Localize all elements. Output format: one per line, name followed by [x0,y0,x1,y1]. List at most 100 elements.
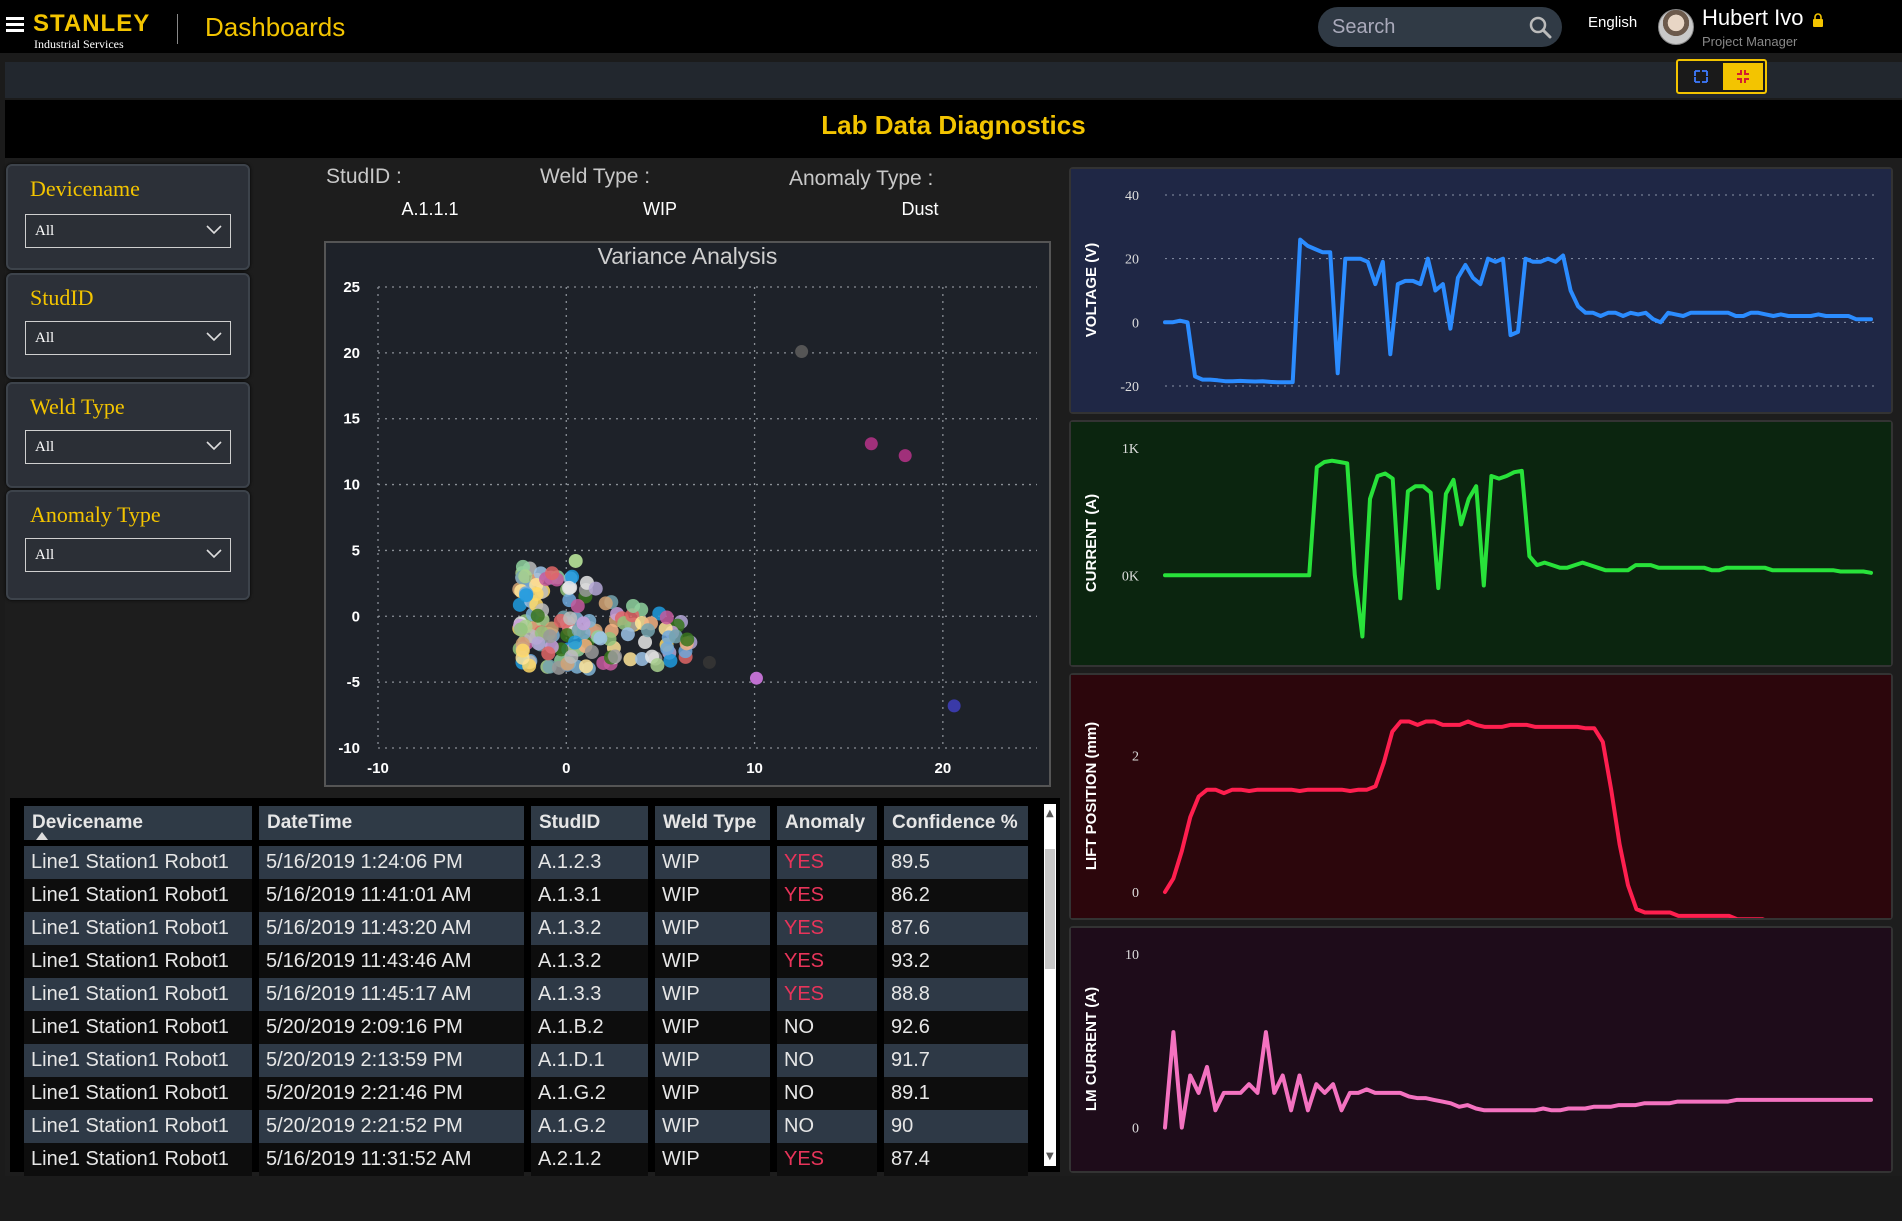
scatter-point[interactable] [680,632,695,647]
devicename-dropdown[interactable]: All [25,214,231,248]
series-line[interactable] [1163,719,1889,919]
y-tick-label: 40 [1125,189,1139,204]
lift-position-chart[interactable]: LIFT POSITION (mm) 2 0 [1069,673,1893,920]
table-row[interactable]: Line1 Station1 Robot1 5/20/2019 2:21:46 P… [24,1077,1028,1110]
scatter-point[interactable] [702,655,716,669]
series-line[interactable] [1163,458,1873,639]
anomaly-type-dropdown[interactable]: All [25,538,231,572]
slicer-studid: StudID All [6,273,250,379]
scroll-up-icon[interactable]: ▲ [1046,808,1054,819]
line-chart-svg[interactable]: VOLTAGE (V) 40 20 0 -20 [1071,169,1891,412]
scatter-point[interactable] [543,629,558,644]
table-cell: A.1.3.3 [531,978,648,1011]
table-row[interactable]: Line1 Station1 Robot1 5/16/2019 11:45:17 … [24,978,1028,1011]
scatter-point[interactable] [531,636,546,651]
column-header-studid[interactable]: StudID [531,806,648,846]
user-avatar[interactable] [1658,9,1694,45]
line-chart-svg[interactable]: LM CURRENT (A) 10 0 [1071,928,1891,1171]
hamburger-menu-icon[interactable] [6,17,24,33]
column-header-devicename[interactable]: Devicename [24,806,252,846]
brand-logo[interactable]: STANLEY [33,12,150,36]
table-cell: YES [777,945,877,978]
scatter-point[interactable] [650,658,665,673]
scatter-point[interactable] [576,616,591,631]
scatter-point[interactable] [518,569,533,584]
scatter-point[interactable] [545,566,560,581]
scatter-point[interactable] [584,645,599,660]
scatter-point[interactable] [588,581,603,596]
column-header-weld-type[interactable]: Weld Type [655,806,770,846]
scatter-point[interactable] [641,623,656,638]
scatter-point[interactable] [562,580,577,595]
scatter-point[interactable] [513,622,528,637]
column-header-datetime[interactable]: DateTime [259,806,524,846]
studid-dropdown[interactable]: All [25,321,231,355]
table-row[interactable]: Line1 Station1 Robot1 5/20/2019 2:13:59 P… [24,1044,1028,1077]
search-icon[interactable] [1528,15,1552,39]
scatter-point[interactable] [659,610,674,625]
table-scrollbar[interactable]: ▲ ▼ [1044,804,1056,1166]
scatter-point[interactable] [898,449,912,463]
scatter-point[interactable] [570,598,585,613]
language-selector[interactable]: English [1588,14,1637,31]
table-row[interactable]: Line1 Station1 Robot1 5/16/2019 11:31:52 … [24,1143,1028,1176]
scatter-point[interactable] [563,611,578,626]
table-row[interactable]: Line1 Station1 Robot1 5/16/2019 11:41:01 … [24,879,1028,912]
table-row[interactable]: Line1 Station1 Robot1 5/20/2019 2:09:16 P… [24,1011,1028,1044]
y-tick-label: 0 [1132,1122,1139,1137]
table-cell: 87.4 [884,1143,1028,1176]
series-line[interactable] [1163,1030,1873,1130]
view-mode-buttons [1676,59,1767,94]
scroll-down-icon[interactable]: ▼ [1046,1151,1054,1162]
scatter-point[interactable] [579,659,594,674]
scatter-point[interactable] [947,699,961,713]
variance-analysis-chart[interactable]: Variance Analysis -10 0 10 20 -10 -5 0 5 10 15 20 2… [324,241,1051,787]
search-input[interactable] [1332,14,1522,40]
scatter-point[interactable] [626,598,641,613]
column-header-anomaly[interactable]: Anomaly [777,806,877,846]
scatter-point[interactable] [663,653,678,668]
weld-type-dropdown[interactable]: All [25,430,231,464]
table-cell: WIP [655,1044,770,1077]
scatter-point[interactable] [564,649,579,664]
y-tick-label: 2 [1132,750,1139,765]
series-line[interactable] [1163,237,1873,385]
table-cell: WIP [655,1011,770,1044]
search-box[interactable] [1318,7,1562,47]
line-chart-svg[interactable]: CURRENT (A) 1K 0K [1071,422,1891,665]
top-navbar: STANLEY Industrial Services Dashboards E… [0,0,1902,53]
scatter-point[interactable] [519,588,534,603]
scatter-point[interactable] [660,641,675,656]
scatter-point[interactable] [620,627,635,642]
fullscreen-button[interactable] [1681,63,1721,90]
voltage-chart[interactable]: VOLTAGE (V) 40 20 0 -20 [1069,167,1893,414]
scatter-point[interactable] [568,553,583,568]
scatter-point[interactable] [795,345,809,359]
brand-subtitle: Industrial Services [34,37,124,51]
table-cell: WIP [655,846,770,879]
scatter-point[interactable] [593,631,608,646]
toolbar-strip [5,62,1902,98]
table-row[interactable]: Line1 Station1 Robot1 5/16/2019 11:43:46 … [24,945,1028,978]
table-row[interactable]: Line1 Station1 Robot1 5/16/2019 1:24:06 P… [24,846,1028,879]
scatter-point[interactable] [541,646,556,661]
table-row[interactable]: Line1 Station1 Robot1 5/20/2019 2:21:52 P… [24,1110,1028,1143]
scatter-point[interactable] [638,635,653,650]
fit-to-page-button[interactable] [1723,63,1763,90]
scrollbar-thumb[interactable] [1045,849,1055,969]
column-header-confidence[interactable]: Confidence % [884,806,1028,846]
line-chart-svg[interactable]: LIFT POSITION (mm) 2 0 [1071,675,1891,918]
scatter-point[interactable] [608,649,623,664]
scatter-point[interactable] [515,643,530,658]
scatter-point[interactable] [864,437,878,451]
table-row[interactable]: Line1 Station1 Robot1 5/16/2019 11:43:20 … [24,912,1028,945]
scatter-point[interactable] [749,671,763,685]
scatter-plot[interactable]: -10 0 10 20 -10 -5 0 5 10 15 20 25 [326,243,1049,785]
scatter-point[interactable] [530,608,545,623]
lm-current-chart[interactable]: LM CURRENT (A) 10 0 [1069,926,1893,1173]
user-name[interactable]: Hubert Ivo [1702,5,1804,31]
scatter-point[interactable] [568,635,583,650]
y-tick-label: 0 [1132,316,1139,331]
scatter-point[interactable] [598,596,613,611]
current-chart[interactable]: CURRENT (A) 1K 0K [1069,420,1893,667]
